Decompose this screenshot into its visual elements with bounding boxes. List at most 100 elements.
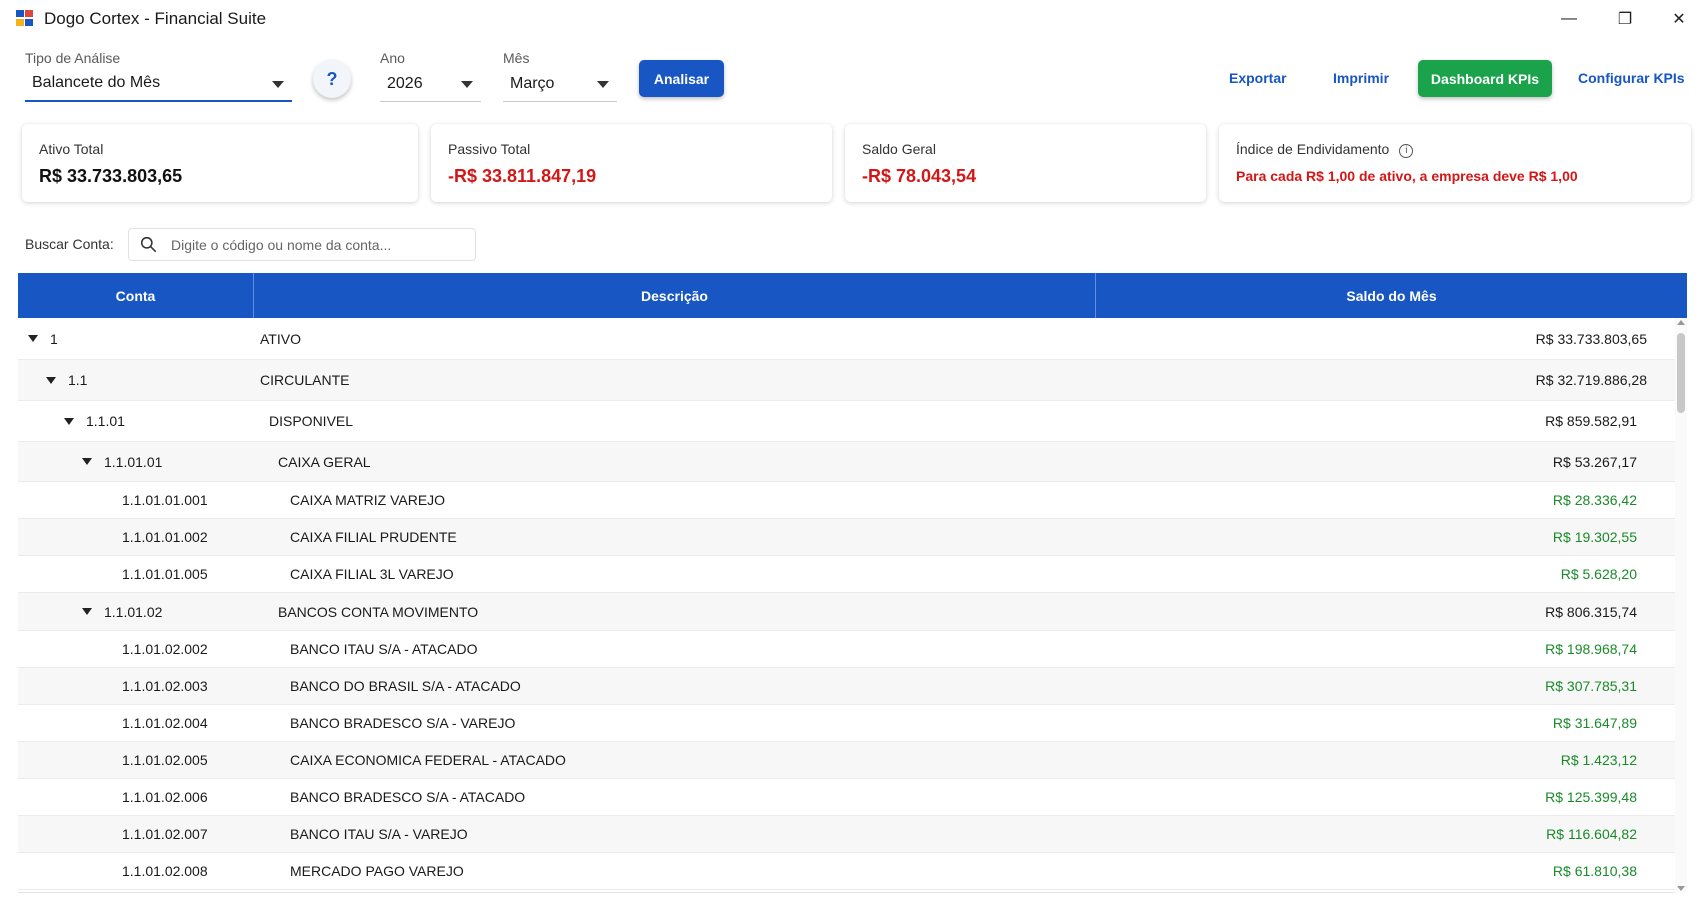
table-row[interactable]: 1.1.01.01 CAIXA GERAL R$ 53.267,17 [18,442,1675,482]
scroll-down-icon[interactable] [1677,886,1685,891]
app-logo-icon [16,10,34,27]
year-value: 2026 [387,74,423,92]
table-row[interactable]: 1.1.01.02.006 BANCO BRADESCO S/A - ATACAD… [18,779,1675,816]
account-code-cell: 1.1.01 [64,401,125,441]
account-balance: R$ 53.267,17 [1552,453,1637,470]
table-row[interactable]: 1.1.01 DISPONIVEL R$ 859.582,91 [18,401,1675,442]
configure-kpis-button[interactable]: Configurar KPIs [1578,70,1685,86]
account-description: CIRCULANTE [260,372,350,388]
account-code: 1.1.01.02.004 [122,715,208,731]
year-select[interactable]: 2026 [380,66,481,102]
account-description: BANCO ITAU S/A - ATACADO [290,641,478,657]
column-header-balance[interactable]: Saldo do Mês [1095,273,1687,318]
account-code: 1.1.01.01 [104,453,163,470]
analysis-type-select[interactable]: Balancete do Mês [25,66,292,102]
account-description: CAIXA MATRIZ VAREJO [290,492,446,508]
table-row[interactable]: 1.1.01.01.005 CAIXA FILIAL 3L VAREJO R$ 5.… [18,556,1675,593]
accounts-table: Conta Descrição Saldo do Mês 1 ATIVO R$ 33… [18,273,1687,893]
table-row[interactable]: 1.1.01.01.002 CAIXA FILIAL PRUDENTE R$ 19.… [18,519,1675,556]
account-description: BANCO BRADESCO S/A - VAREJO [290,715,516,731]
total-assets-card: Ativo Total R$ 33.733.803,65 [22,124,418,202]
account-description: DISPONIVEL [269,413,354,429]
close-button[interactable]: ✕ [1656,4,1702,34]
account-code-cell: 1.1.01.02.005 [122,742,208,778]
account-code: 1.1.01.02.002 [122,641,208,657]
analyze-button[interactable]: Analisar [639,60,724,97]
debt-index-label: Índice de Endividamento [1236,141,1390,157]
title-bar: Dogo Cortex - Financial Suite — ❐ ✕ [0,0,1705,38]
account-balance: R$ 198.968,74 [1545,641,1637,657]
minimize-button[interactable]: — [1546,4,1592,34]
dashboard-kpis-button[interactable]: Dashboard KPIs [1418,60,1552,97]
help-button[interactable]: ? [313,60,351,98]
account-code: 1.1.01.02.005 [122,752,208,768]
column-header-description[interactable]: Descrição [253,273,1095,318]
account-balance: R$ 28.336,42 [1552,492,1637,508]
account-balance: R$ 859.582,91 [1545,413,1637,429]
account-balance: R$ 116.604,82 [1546,826,1637,842]
account-code-cell: 1.1.01.02.003 [122,668,208,704]
table-row[interactable]: 1.1.01.02.003 BANCO DO BRASIL S/A - ATACA… [18,668,1675,705]
chevron-down-icon [597,81,609,88]
month-select[interactable]: Março [503,66,617,102]
print-button[interactable]: Imprimir [1333,70,1389,86]
restore-button[interactable]: ❐ [1602,4,1648,34]
scroll-thumb[interactable] [1677,333,1685,413]
table-row[interactable]: 1.1.01.02 BANCOS CONTA MOVIMENTO R$ 806.31… [18,593,1675,631]
account-code-cell: 1.1.01.01.002 [122,519,208,555]
expand-toggle-icon[interactable] [82,608,92,615]
debt-index-message: Para cada R$ 1,00 de ativo, a empresa de… [1236,168,1578,184]
account-code: 1.1.01.01.002 [122,529,208,545]
total-liabilities-card: Passivo Total -R$ 33.811.847,19 [431,124,832,202]
vertical-scrollbar[interactable] [1675,318,1687,893]
account-description: CAIXA ECONOMICA FEDERAL - ATACADO [290,752,566,768]
account-code: 1 [50,330,58,347]
account-code: 1.1 [68,372,88,388]
scroll-up-icon[interactable] [1677,320,1685,325]
account-code-cell: 1.1 [46,360,87,400]
export-button[interactable]: Exportar [1229,70,1287,86]
account-balance: R$ 806.315,74 [1545,603,1637,620]
account-code-cell: 1.1.01.01.001 [122,482,208,518]
account-code: 1.1.01.01.005 [122,566,208,582]
chevron-down-icon [461,81,473,88]
general-balance-label: Saldo Geral [862,141,936,157]
expand-toggle-icon[interactable] [46,376,56,384]
table-row[interactable]: 1.1.01.02.002 BANCO ITAU S/A - ATACADO R$ … [18,631,1675,668]
table-row[interactable]: 1 ATIVO R$ 33.733.803,65 [18,318,1675,360]
month-label: Mês [503,50,530,66]
search-input[interactable] [171,233,461,257]
table-row[interactable]: 1.1.01.02.007 BANCO ITAU S/A - VAREJO R$ 1… [18,816,1675,853]
account-code: 1.1.01.02.008 [122,863,208,879]
account-balance: R$ 31.647,89 [1552,715,1637,731]
search-box[interactable] [128,228,476,261]
account-description: MERCADO PAGO VAREJO [290,863,464,879]
table-row[interactable]: 1.1.01.02.008 MERCADO PAGO VAREJO R$ 61.81… [18,853,1675,890]
account-description: BANCO DO BRASIL S/A - ATACADO [290,678,521,694]
account-description: BANCOS CONTA MOVIMENTO [278,603,479,620]
expand-toggle-icon[interactable] [28,335,38,342]
expand-toggle-icon[interactable] [82,458,92,465]
account-code-cell: 1.1.01.02 [82,593,162,630]
chevron-down-icon [272,81,284,88]
total-assets-value: R$ 33.733.803,65 [39,166,183,186]
analysis-type-value: Balancete do Mês [32,74,161,91]
account-code-cell: 1.1.01.02.006 [122,779,208,815]
account-balance: R$ 33.733.803,65 [1535,330,1647,347]
debt-index-card: Índice de Endividamento i Para cada R$ 1,… [1219,124,1691,202]
debt-index-heading: Índice de Endividamento i [1236,141,1414,158]
account-balance: R$ 32.719.886,28 [1535,372,1647,388]
table-row[interactable]: 1.1.01.02.004 BANCO BRADESCO S/A - VAREJO… [18,705,1675,742]
table-row[interactable]: 1.1.01.02.005 CAIXA ECONOMICA FEDERAL - A… [18,742,1675,779]
account-balance: R$ 19.302,55 [1552,529,1637,545]
account-description: BANCO BRADESCO S/A - ATACADO [290,789,526,805]
table-row[interactable]: 1.1 CIRCULANTE R$ 32.719.886,28 [18,360,1675,401]
total-liabilities-value: -R$ 33.811.847,19 [448,166,597,186]
general-balance-card: Saldo Geral -R$ 78.043,54 [845,124,1206,202]
expand-toggle-icon[interactable] [64,417,74,425]
table-row[interactable]: 1.1.01.01.001 CAIXA MATRIZ VAREJO R$ 28.33… [18,482,1675,519]
info-icon[interactable]: i [1399,144,1414,158]
column-header-account[interactable]: Conta [18,273,253,318]
search-label: Buscar Conta: [25,236,114,252]
account-balance: R$ 125.399,48 [1545,789,1637,805]
